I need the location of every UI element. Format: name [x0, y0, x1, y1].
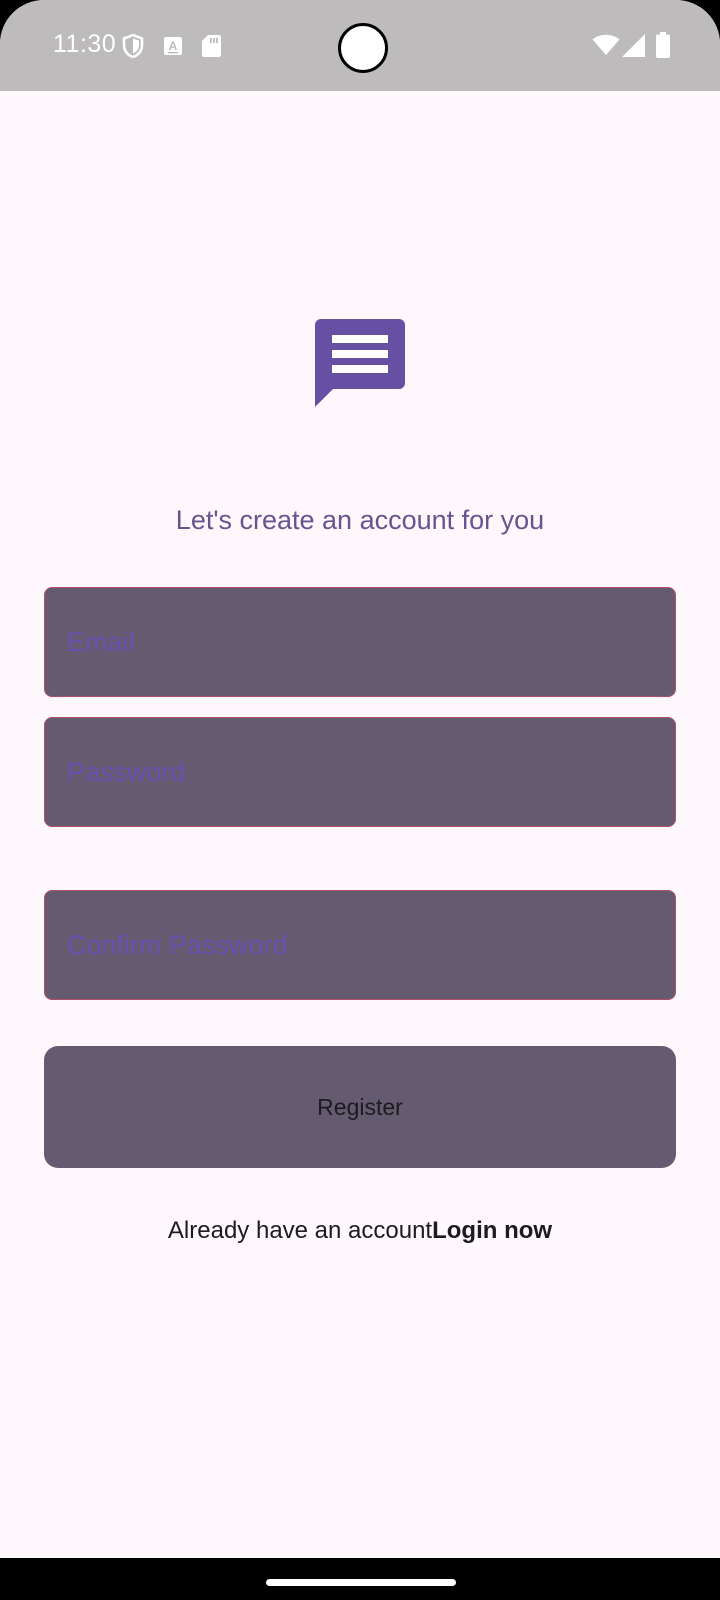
- login-prompt: Already have an accountLogin now: [0, 1217, 720, 1245]
- sd-card-icon: [202, 35, 221, 57]
- subtitle: Let's create an account for you: [175, 505, 545, 535]
- email-field[interactable]: [45, 588, 675, 696]
- login-now-link[interactable]: Login now: [432, 1217, 552, 1244]
- message-icon: [315, 319, 405, 407]
- status-time: 11:30: [53, 30, 117, 58]
- signal-icon: [622, 34, 645, 57]
- text-a-icon: A: [164, 37, 182, 55]
- register-button-label: Register: [317, 1093, 403, 1120]
- battery-icon: [656, 32, 670, 58]
- login-prompt-text: Already have an account: [167, 1217, 433, 1244]
- register-button[interactable]: Register: [44, 1046, 676, 1168]
- home-indicator[interactable]: [266, 1579, 456, 1586]
- password-field[interactable]: [45, 718, 675, 826]
- camera-cutout: [338, 23, 388, 73]
- app-screen: 11:30 A Let's create an account for you …: [0, 0, 720, 1600]
- shield-icon: [122, 34, 144, 58]
- email-field-container: [44, 587, 676, 697]
- svg-text:A: A: [169, 39, 178, 53]
- confirm-password-field-container: [44, 890, 676, 1000]
- password-field-container: [44, 717, 676, 827]
- confirm-password-field[interactable]: [45, 891, 675, 999]
- status-bar: 11:30 A: [0, 0, 720, 91]
- wifi-icon: [592, 34, 620, 55]
